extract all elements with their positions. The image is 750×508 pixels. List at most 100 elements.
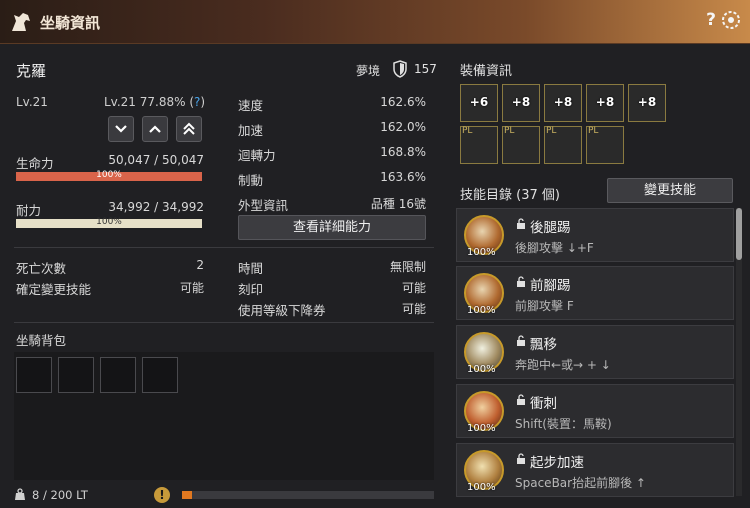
skill-item[interactable]: 100% 前腳踢 前腳攻擊 F: [456, 266, 734, 320]
stat-turn-value: 168.8%: [380, 145, 426, 159]
stat-speed-label: 速度: [238, 98, 264, 113]
confirm-skill-label: 確定變更技能: [16, 282, 92, 297]
horse-icon: [12, 13, 30, 31]
bag-title: 坐騎背包: [16, 333, 67, 348]
stamina-value: 34,992 / 34,992: [108, 200, 204, 214]
skill-item[interactable]: 100% 衝刺 Shift(裝置：馬鞍): [456, 384, 734, 438]
warning-icon[interactable]: !: [154, 487, 170, 503]
level-up-button[interactable]: [142, 116, 168, 142]
pl-label: PL: [546, 126, 557, 136]
bag-slot[interactable]: [142, 357, 178, 393]
double-chevron-up-icon: [183, 122, 195, 135]
level-max-button[interactable]: [176, 116, 202, 142]
death-count-label: 死亡次數: [16, 261, 67, 276]
skill-list-title: 技能目錄 (37 個): [460, 188, 560, 203]
pl-label: PL: [462, 126, 473, 136]
skill-name: 衝刺: [530, 396, 557, 412]
skill-pct: 100%: [467, 482, 496, 493]
death-count-value: 2: [196, 258, 204, 272]
enhance-level: +6: [469, 95, 489, 109]
hp-value: 50,047 / 50,047: [108, 153, 204, 167]
equipment-slot[interactable]: +8: [502, 84, 540, 122]
hp-pct: 100%: [96, 170, 122, 180]
divider: [14, 247, 434, 248]
hp-bar: 100%: [16, 170, 202, 181]
chevron-down-icon: [115, 125, 127, 133]
weight-text: 8 / 200 LT: [32, 488, 88, 502]
divider: [14, 322, 434, 323]
imprint-value: 可能: [401, 281, 426, 295]
enhance-level: +8: [637, 95, 657, 109]
level-coupon-value: 可能: [401, 302, 426, 316]
view-details-button[interactable]: 查看詳細能力: [238, 215, 426, 240]
level-exp: Lv.21 77.88% (?): [104, 95, 206, 109]
skill-item[interactable]: 100% 後腿踢 後腳攻擊 ↓+F: [456, 208, 734, 262]
equipment-slot[interactable]: +8: [586, 84, 624, 122]
bag-slot[interactable]: [58, 357, 94, 393]
settings-icon[interactable]: [720, 9, 742, 31]
lock-icon: [517, 335, 525, 346]
skill-name: 前腳踢: [530, 278, 571, 294]
lock-icon: [517, 394, 525, 405]
equipment-slot[interactable]: PL: [544, 126, 582, 164]
shield-icon: [393, 60, 407, 78]
skill-pct: 100%: [467, 247, 496, 258]
change-skill-button[interactable]: 變更技能: [607, 178, 733, 203]
lock-icon: [517, 218, 525, 229]
appearance-value: 品種 16號: [370, 197, 426, 211]
pl-label: PL: [588, 126, 599, 136]
stat-turn-label: 迴轉力: [238, 148, 276, 163]
appearance-label: 外型資訊: [238, 198, 289, 213]
equipment-title: 裝備資訊: [460, 64, 513, 79]
skill-pct: 100%: [467, 423, 496, 434]
equipment-slot[interactable]: +8: [544, 84, 582, 122]
equipment-slot[interactable]: +6: [460, 84, 498, 122]
bag-slot[interactable]: [100, 357, 136, 393]
stat-brake-value: 163.6%: [380, 170, 426, 184]
stamina-pct: 100%: [96, 217, 122, 227]
mount-name: 克羅: [16, 62, 47, 80]
weight-bar: [182, 491, 434, 499]
scrollbar-thumb[interactable]: [736, 208, 742, 260]
skill-name: 後腿踢: [530, 220, 571, 236]
stat-accel-label: 加速: [238, 123, 264, 138]
equipment-slot[interactable]: PL: [586, 126, 624, 164]
dream-value: 157: [414, 62, 437, 76]
lock-icon: [517, 276, 525, 287]
stat-speed-value: 162.6%: [380, 95, 426, 109]
title-bar: 坐騎資訊 ?: [0, 0, 750, 44]
help-icon[interactable]: ?: [706, 10, 716, 30]
pl-label: PL: [504, 126, 515, 136]
enhance-level: +8: [511, 95, 531, 109]
skill-pct: 100%: [467, 364, 496, 375]
skill-name: 飄移: [530, 337, 557, 353]
equipment-slot[interactable]: PL: [502, 126, 540, 164]
level-coupon-label: 使用等級下降券: [238, 303, 326, 318]
window-title: 坐騎資訊: [40, 14, 101, 32]
lock-icon: [517, 453, 525, 464]
time-label: 時間: [238, 261, 264, 276]
chevron-up-icon: [149, 125, 161, 133]
level-down-button[interactable]: [108, 116, 134, 142]
time-value: 無限制: [389, 260, 426, 274]
bag-slot[interactable]: [16, 357, 52, 393]
enhance-level: +8: [595, 95, 615, 109]
skill-scrollbar[interactable]: [736, 208, 742, 496]
confirm-skill-value: 可能: [179, 281, 204, 295]
skill-item[interactable]: 100% 起步加速 SpaceBar抬起前腳後 ↑: [456, 443, 734, 497]
equipment-slot[interactable]: PL: [460, 126, 498, 164]
skill-name: 起步加速: [530, 455, 584, 471]
equipment-slot[interactable]: +8: [628, 84, 666, 122]
dream-label: 夢境: [356, 64, 381, 78]
stamina-bar: 100%: [16, 217, 202, 228]
skill-desc: 奔跑中←或→ + ↓: [515, 358, 611, 372]
enhance-level: +8: [553, 95, 573, 109]
skill-desc: 前腳攻擊 F: [515, 299, 574, 313]
skill-desc: Shift(裝置：馬鞍): [515, 417, 612, 431]
skill-item[interactable]: 100% 飄移 奔跑中←或→ + ↓: [456, 325, 734, 379]
level: Lv.21: [16, 95, 48, 109]
weight-icon: [15, 488, 25, 500]
stat-brake-label: 制動: [238, 173, 264, 188]
imprint-label: 刻印: [238, 282, 264, 297]
skill-desc: SpaceBar抬起前腳後 ↑: [515, 476, 646, 490]
